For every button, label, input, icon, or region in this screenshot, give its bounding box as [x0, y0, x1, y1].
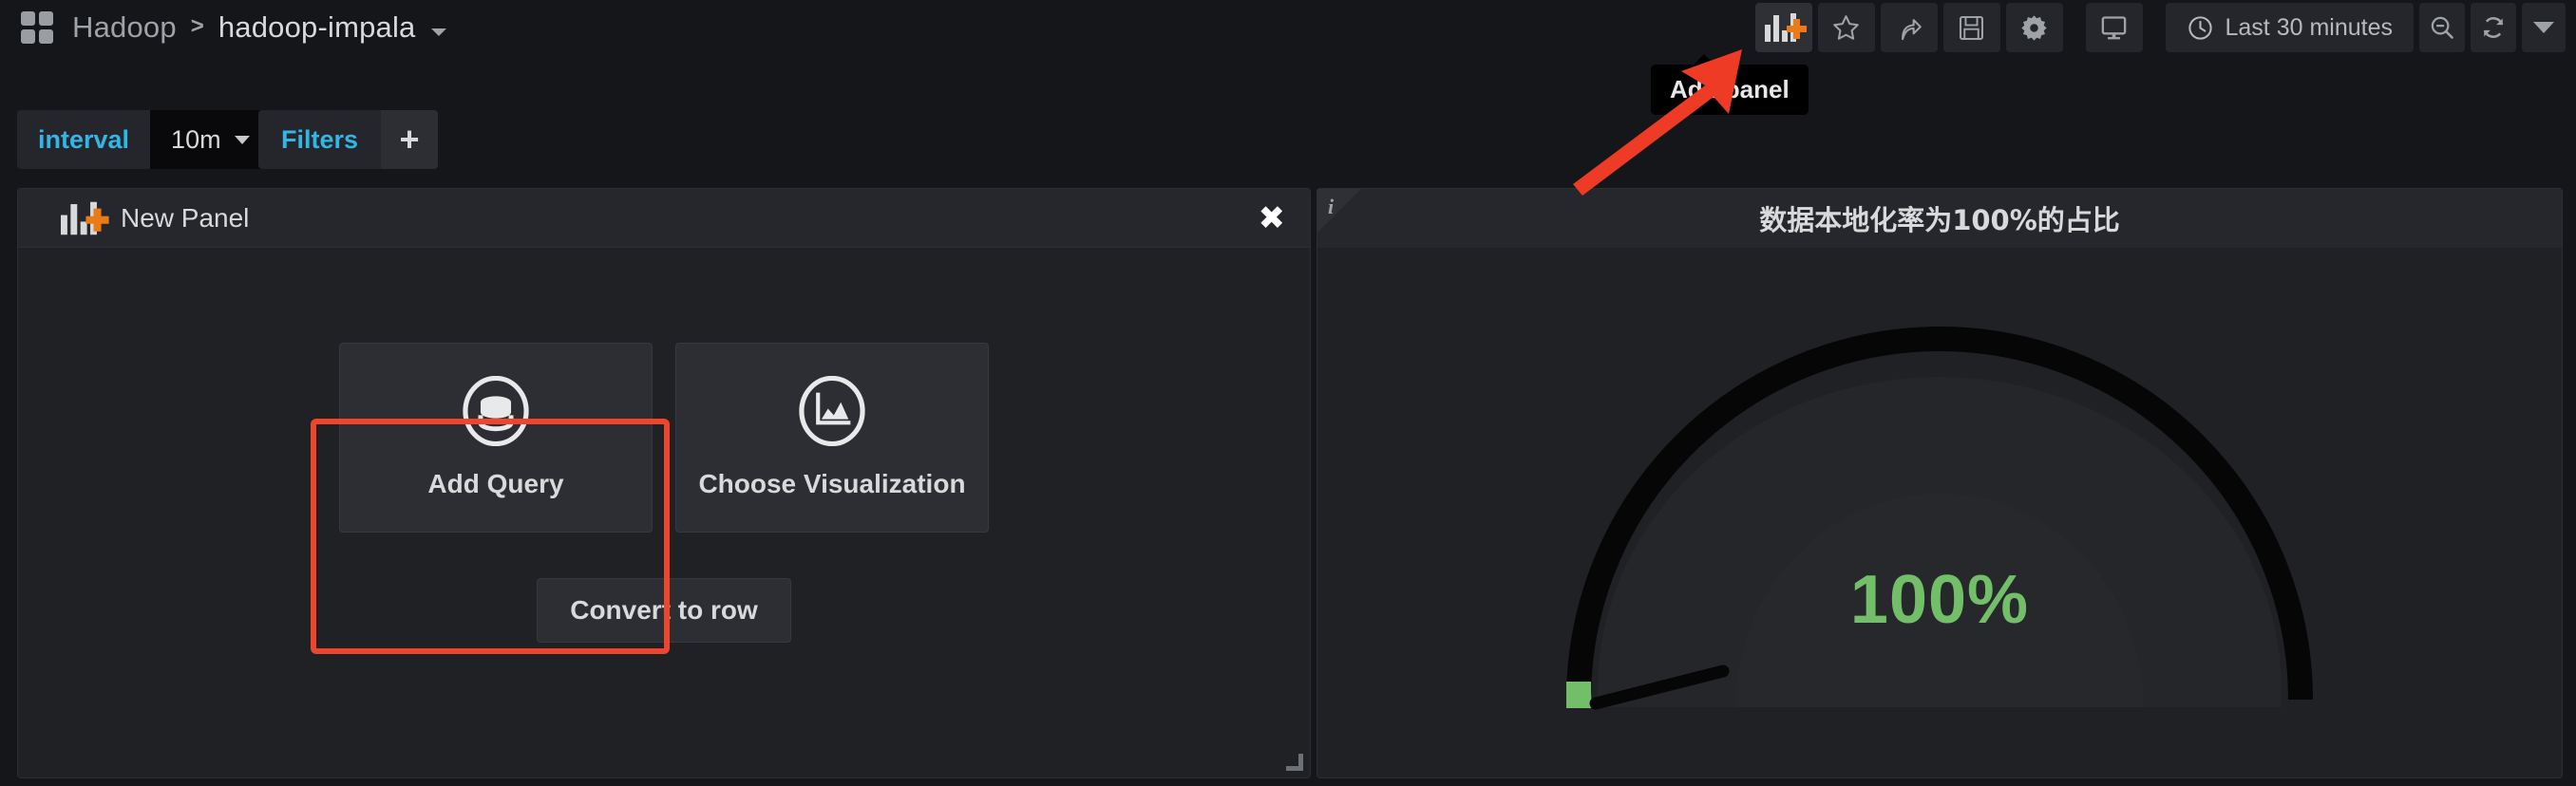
gauge-value-text: 100% [1849, 562, 2030, 638]
variable-interval-value: 10m [171, 124, 221, 154]
database-icon [463, 375, 529, 446]
close-x-icon[interactable]: ✖ [1259, 202, 1286, 234]
gauge-panel-title: 数据本地化率为100%的占比 [1759, 204, 2120, 236]
top-navigation-bar: Hadoop > hadoop-impala Last 30 minutes [0, 0, 2576, 55]
info-i-icon[interactable]: i [1328, 195, 1334, 219]
new-panel-body: Add Query Choose Visualization Convert t… [18, 248, 1310, 777]
new-panel-header: New Panel ✖ [18, 189, 1310, 248]
chart-area-icon [799, 375, 865, 446]
gauge-panel-header: i 数据本地化率为100%的占比 [1317, 189, 2562, 248]
add-query-label: Add Query [427, 468, 564, 498]
refresh-button[interactable] [2471, 3, 2516, 52]
save-floppy-icon [1959, 15, 1984, 40]
gear-icon [2021, 14, 2047, 41]
add-panel-button[interactable] [1754, 3, 1812, 52]
caret-down-icon [234, 135, 250, 144]
add-query-card[interactable]: Add Query [339, 342, 653, 533]
panel-info-corner [1317, 189, 1361, 233]
dashboard-submenu: interval 10m Filters + [0, 103, 2576, 177]
convert-to-row-button[interactable]: Convert to row [537, 577, 791, 643]
new-panel-choices: Add Query Choose Visualization [339, 342, 989, 533]
variable-interval-label: interval [17, 110, 151, 169]
gauge-panel: i 数据本地化率为100%的占比 100% [1316, 188, 2563, 778]
save-dashboard-button[interactable] [1942, 3, 2000, 52]
add-panel-icon [1764, 13, 1807, 42]
clock-icon [2188, 15, 2212, 40]
cycle-view-mode-button[interactable] [2085, 3, 2143, 52]
dashboard-toolbar: Last 30 minutes [1752, 0, 2569, 55]
gauge-arc [1436, 327, 2443, 774]
add-filter-button[interactable]: + [381, 110, 439, 169]
variable-interval: interval 10m [17, 110, 271, 169]
time-range-picker[interactable]: Last 30 minutes [2165, 3, 2414, 52]
breadcrumb-root[interactable]: Hadoop [72, 10, 177, 45]
choose-visualization-label: Choose Visualization [698, 468, 966, 498]
filters-label: Filters [258, 110, 382, 169]
add-panel-icon [61, 201, 109, 234]
resize-corner-icon[interactable] [1286, 754, 1303, 771]
gauge-visualization: 100% [1317, 248, 2562, 777]
star-icon [1833, 14, 1859, 40]
refresh-interval-button[interactable] [2522, 3, 2566, 52]
time-range-label: Last 30 minutes [2225, 13, 2394, 41]
chevron-down-icon [2533, 22, 2554, 33]
monitor-icon [2101, 15, 2127, 39]
breadcrumb: Hadoop > hadoop-impala [0, 10, 446, 45]
choose-visualization-card[interactable]: Choose Visualization [675, 342, 989, 533]
share-dashboard-button[interactable] [1880, 3, 1938, 52]
breadcrumb-current[interactable]: hadoop-impala [218, 10, 416, 45]
chevron-down-icon[interactable] [430, 28, 446, 36]
grid-apps-icon[interactable] [21, 11, 53, 44]
mark-favorite-button[interactable] [1817, 3, 1875, 52]
refresh-icon [2483, 17, 2504, 38]
share-icon [1902, 18, 1922, 40]
search-minus-icon [2431, 16, 2453, 39]
breadcrumb-separator: > [190, 13, 204, 39]
new-panel-title: New Panel [121, 202, 250, 233]
variable-interval-select[interactable]: 10m [150, 110, 271, 169]
dashboard-settings-button[interactable] [2005, 3, 2063, 52]
filters-control: Filters + [258, 110, 439, 169]
new-panel: New Panel ✖ Add Query Choose Visualizati… [17, 188, 1311, 778]
zoom-out-time-button[interactable] [2419, 3, 2465, 52]
add-panel-tooltip: Add panel [1651, 54, 1809, 115]
